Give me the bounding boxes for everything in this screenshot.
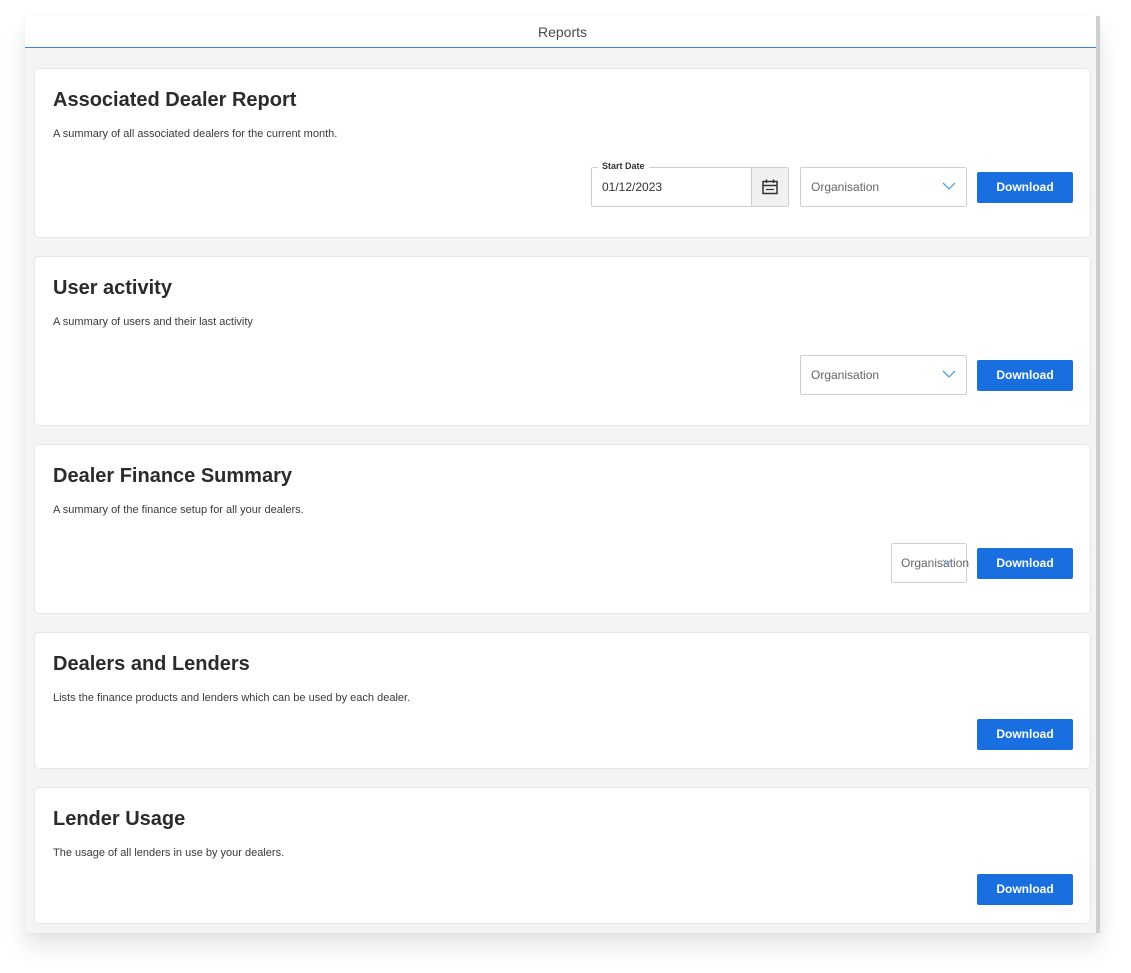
chevron-down-icon (942, 370, 956, 378)
report-description: The usage of all lenders in use by your … (53, 847, 285, 859)
vertical-scrollbar[interactable] (1096, 16, 1100, 933)
organisation-select[interactable]: Organisation (891, 543, 970, 583)
report-title: Associated Dealer Report (53, 89, 297, 111)
report-card-associated-dealer: Associated Dealer Report A summary of al… (34, 68, 1091, 238)
start-date-field[interactable]: Start Date (591, 161, 789, 207)
organisation-select[interactable]: Organisation (800, 355, 967, 395)
report-description: Lists the finance products and lenders w… (53, 692, 411, 704)
report-description: A summary of the finance setup for all y… (53, 504, 304, 516)
organisation-select-label: Organisation (901, 556, 970, 570)
report-card-user-activity: User activity A summary of users and the… (34, 256, 1091, 426)
download-button[interactable]: Download (977, 548, 1073, 579)
download-button[interactable]: Download (977, 360, 1073, 391)
organisation-select[interactable]: Organisation (800, 167, 967, 207)
report-title: User activity (53, 277, 172, 299)
download-button[interactable]: Download (977, 172, 1073, 203)
report-description: A summary of all associated dealers for … (53, 128, 338, 140)
report-card-lender-usage: Lender Usage The usage of all lenders in… (34, 787, 1091, 924)
report-title: Dealers and Lenders (53, 653, 250, 675)
organisation-select-label: Organisation (811, 180, 880, 194)
download-button[interactable]: Download (977, 719, 1073, 750)
report-card-dealers-and-lenders: Dealers and Lenders Lists the finance pr… (34, 632, 1091, 769)
report-title: Lender Usage (53, 808, 186, 830)
calendar-button[interactable] (751, 168, 788, 206)
report-card-dealer-finance-summary: Dealer Finance Summary A summary of the … (34, 444, 1091, 614)
calendar-icon (762, 179, 778, 195)
chevron-down-icon (942, 182, 956, 190)
report-title: Dealer Finance Summary (53, 465, 292, 487)
start-date-input[interactable] (602, 180, 742, 194)
chevron-down-icon (942, 559, 952, 565)
reports-window: Reports Associated Dealer Report A summa… (25, 16, 1100, 933)
page-title: Reports (537, 23, 588, 40)
download-button[interactable]: Download (977, 874, 1073, 905)
start-date-label: Start Date (598, 161, 649, 171)
page-header: Reports (25, 16, 1100, 48)
organisation-select-label: Organisation (811, 368, 880, 382)
report-description: A summary of users and their last activi… (53, 316, 253, 328)
